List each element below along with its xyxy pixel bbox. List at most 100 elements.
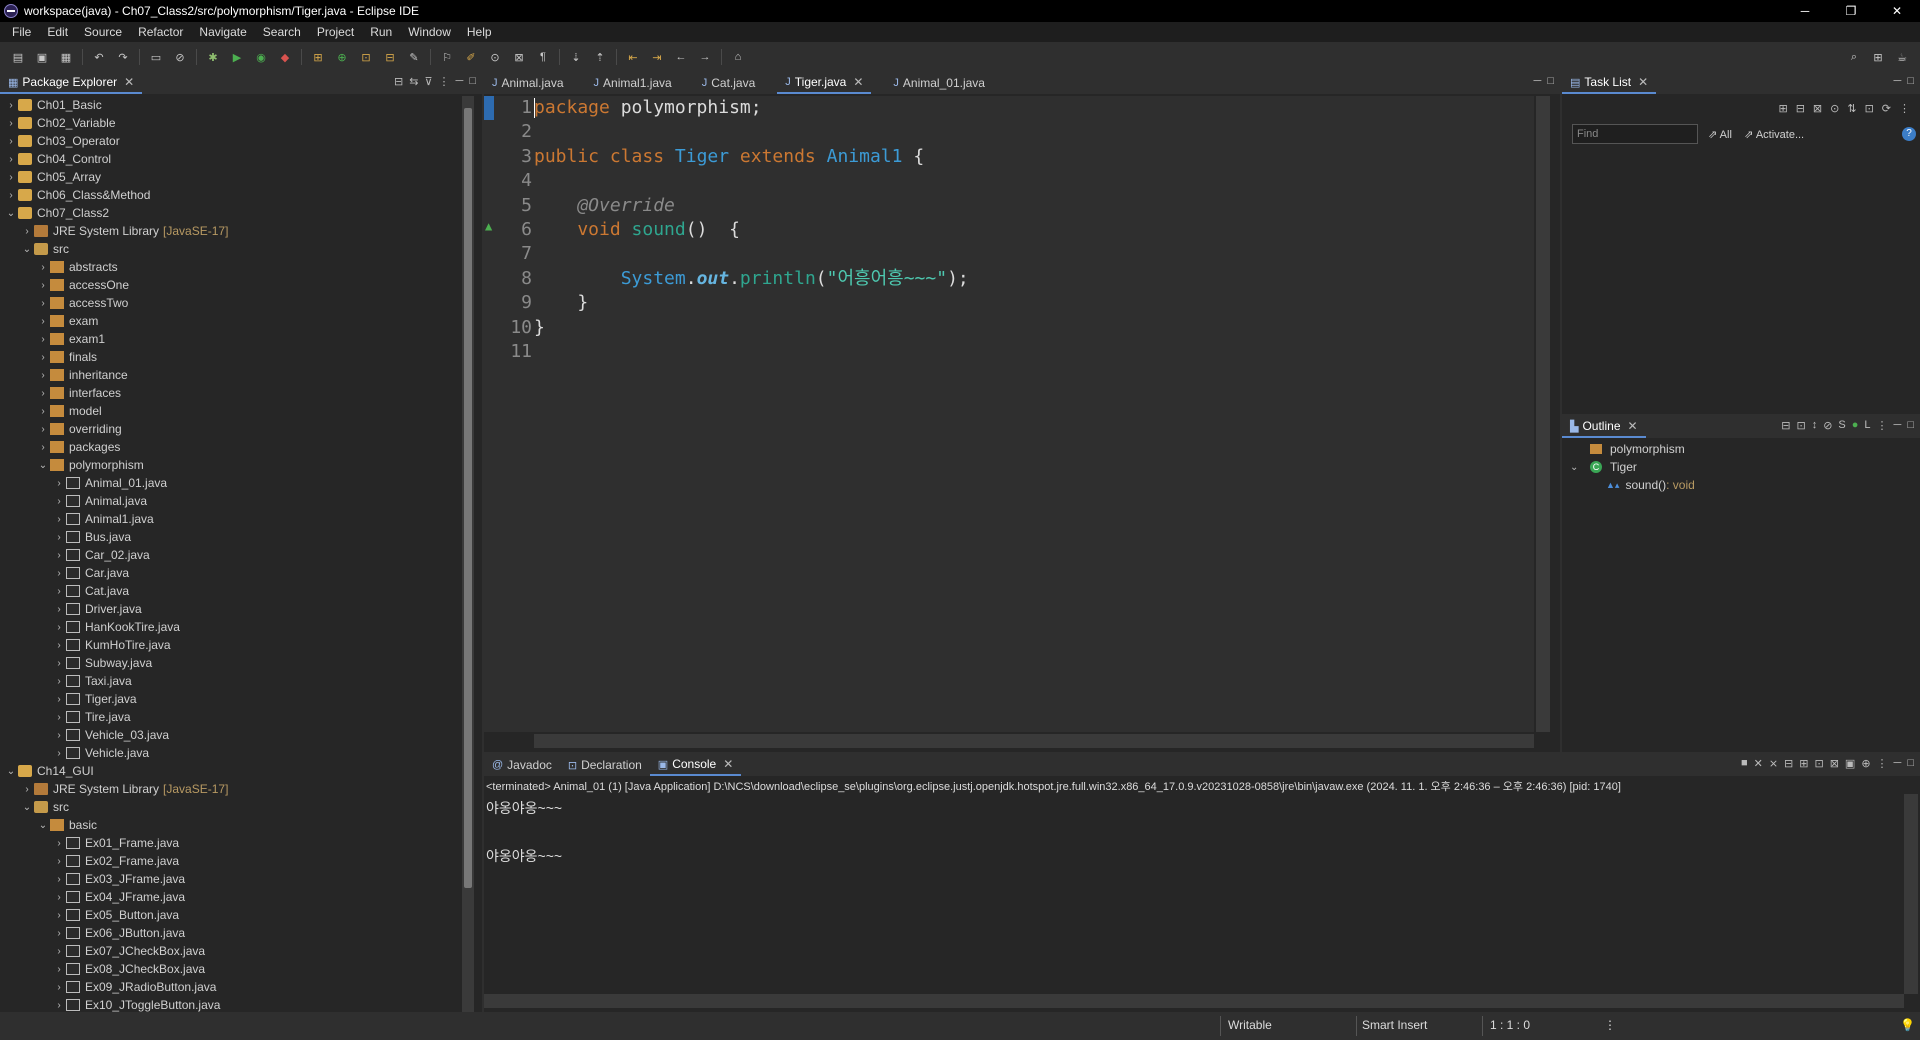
menu-refactor[interactable]: Refactor <box>130 25 191 39</box>
code-editor[interactable]: ▲ 1 package polymorphism; 2 3 public class T… <box>484 96 1534 732</box>
menu-navigate[interactable]: Navigate <box>191 25 254 39</box>
tree-item[interactable]: › Cat.java <box>0 582 460 600</box>
word-wrap-icon[interactable]: ⊞ <box>1799 757 1808 770</box>
tree-item[interactable]: › Ex09_JRadioButton.java <box>0 978 460 996</box>
menu-source[interactable]: Source <box>76 25 130 39</box>
search-toolbar-icon[interactable]: ✎ <box>405 49 423 65</box>
outline-method[interactable]: ▲▴ sound() : void <box>1606 478 1695 492</box>
new-icon[interactable]: ▤ <box>9 49 27 65</box>
chevron-right-icon[interactable]: › <box>52 982 66 993</box>
previous-annotation-icon[interactable]: ⇡ <box>591 49 609 65</box>
chevron-right-icon[interactable]: › <box>36 442 50 453</box>
forward-icon[interactable]: → <box>696 49 714 65</box>
tree-item[interactable]: › packages <box>0 438 460 456</box>
help-icon[interactable]: ? <box>1902 127 1916 141</box>
tab-task-list[interactable]: ▤ Task List ✕ <box>1562 72 1657 94</box>
hide-static-icon[interactable]: S <box>1838 419 1845 432</box>
tree-item[interactable]: ⌄ Ch07_Class2 <box>0 204 460 222</box>
chevron-right-icon[interactable]: › <box>52 586 66 597</box>
toggle-mark-occurrences-icon[interactable]: ⚐ <box>438 49 456 65</box>
new-java-project-icon[interactable]: ⊞ <box>309 49 327 65</box>
chevron-right-icon[interactable]: › <box>52 604 66 615</box>
undo-icon[interactable]: ↶ <box>90 49 108 65</box>
java-perspective-icon[interactable]: ☕ <box>1893 49 1911 65</box>
tree-item[interactable]: › accessOne <box>0 276 460 294</box>
chevron-right-icon[interactable]: › <box>4 100 18 111</box>
toggle-block-icon[interactable]: ⊠ <box>510 49 528 65</box>
run-icon[interactable]: ▶ <box>228 49 246 65</box>
scheduled-icon[interactable]: ⊠ <box>1813 102 1822 115</box>
scrollbar-thumb[interactable] <box>464 108 472 888</box>
debug-icon[interactable]: ✱ <box>204 49 222 65</box>
editor-tab[interactable]: J Animal.java <box>484 72 572 94</box>
tree-item[interactable]: › Animal_01.java <box>0 474 460 492</box>
open-task-icon[interactable]: ⊟ <box>381 49 399 65</box>
save-all-icon[interactable]: ▦ <box>57 49 75 65</box>
tree-item[interactable]: › KumHoTire.java <box>0 636 460 654</box>
tree-item[interactable]: › JRE System Library [JavaSE-17] <box>0 780 460 798</box>
chevron-right-icon[interactable]: › <box>36 424 50 435</box>
pin-console-icon[interactable]: ⊠ <box>1830 757 1839 770</box>
close-icon[interactable]: ✕ <box>1628 419 1638 433</box>
console-output[interactable]: 야옹야옹~~~ 야옹야옹~~~ <box>484 794 1904 992</box>
chevron-right-icon[interactable]: › <box>4 190 18 201</box>
chevron-right-icon[interactable]: › <box>20 226 34 237</box>
chevron-down-icon[interactable]: ⌄ <box>20 244 34 255</box>
chevron-right-icon[interactable]: › <box>52 838 66 849</box>
tree-item[interactable]: › finals <box>0 348 460 366</box>
remove-launch-icon[interactable]: ✕ <box>1754 757 1763 770</box>
console-area-tab[interactable]: ▣ Console ✕ <box>649 754 742 776</box>
close-icon[interactable]: ✕ <box>853 75 863 89</box>
show-stdout-icon[interactable]: ⊡ <box>1814 757 1823 770</box>
chevron-right-icon[interactable]: › <box>52 874 66 885</box>
editor-tab[interactable]: J Cat.java <box>694 72 764 94</box>
menu-file[interactable]: File <box>4 25 39 39</box>
minimize-view-icon[interactable]: ─ <box>456 75 464 88</box>
package-explorer-scrollbar[interactable] <box>462 96 474 1012</box>
hide-completed-icon[interactable]: ⊙ <box>1830 102 1839 115</box>
link-with-editor-icon[interactable]: ⇆ <box>409 75 418 88</box>
open-console-icon[interactable]: ⊕ <box>1861 757 1870 770</box>
chevron-down-icon[interactable]: ⌄ <box>20 802 34 813</box>
chevron-right-icon[interactable]: › <box>52 856 66 867</box>
tree-item[interactable]: › inheritance <box>0 366 460 384</box>
tree-item[interactable]: › Subway.java <box>0 654 460 672</box>
tree-item[interactable]: › Ex05_Button.java <box>0 906 460 924</box>
outline-package[interactable]: polymorphism <box>1590 442 1685 456</box>
outline-class[interactable]: ⌄ C Tiger <box>1570 460 1637 474</box>
tree-item[interactable]: › Ex02_Frame.java <box>0 852 460 870</box>
minimize-view-icon[interactable]: ─ <box>1894 757 1902 770</box>
maximize-view-icon[interactable]: □ <box>1907 75 1914 87</box>
tree-item[interactable]: › Ex07_JCheckBox.java <box>0 942 460 960</box>
chevron-right-icon[interactable]: › <box>4 172 18 183</box>
tree-item[interactable]: › Ch03_Operator <box>0 132 460 150</box>
search-icon[interactable]: ⌕ <box>1845 49 1863 65</box>
chevron-right-icon[interactable]: › <box>52 568 66 579</box>
tree-item[interactable]: ⌄ src <box>0 240 460 258</box>
skip-breakpoints-icon[interactable]: ⊘ <box>171 49 189 65</box>
categorized-icon[interactable]: ⊟ <box>1796 102 1805 115</box>
tree-item[interactable]: › Car_02.java <box>0 546 460 564</box>
console-vertical-scrollbar[interactable] <box>1904 794 1918 994</box>
task-find-input[interactable]: Find <box>1572 124 1698 144</box>
chevron-right-icon[interactable]: › <box>36 406 50 417</box>
filter-icon[interactable]: ⊽ <box>424 75 432 88</box>
tree-item[interactable]: ⌄ src <box>0 798 460 816</box>
status-insert-mode[interactable]: Smart Insert <box>1362 1018 1427 1032</box>
tree-item[interactable]: › HanKookTire.java <box>0 618 460 636</box>
status-more-icon[interactable]: ⋮ <box>1604 1018 1616 1032</box>
chevron-right-icon[interactable]: › <box>52 694 66 705</box>
tree-item[interactable]: › Ch05_Array <box>0 168 460 186</box>
chevron-down-icon[interactable]: ⌄ <box>36 820 50 831</box>
tree-item[interactable]: ⌄ basic <box>0 816 460 834</box>
tree-item[interactable]: › Vehicle.java <box>0 744 460 762</box>
chevron-right-icon[interactable]: › <box>4 118 18 129</box>
chevron-right-icon[interactable]: › <box>52 928 66 939</box>
menu-search[interactable]: Search <box>255 25 309 39</box>
last-edit-icon[interactable]: ⇤ <box>624 49 642 65</box>
close-icon[interactable]: ✕ <box>723 757 733 771</box>
tree-item[interactable]: › Animal.java <box>0 492 460 510</box>
chevron-right-icon[interactable]: › <box>52 640 66 651</box>
chevron-down-icon[interactable]: ⌄ <box>4 208 18 219</box>
tree-item[interactable]: › accessTwo <box>0 294 460 312</box>
